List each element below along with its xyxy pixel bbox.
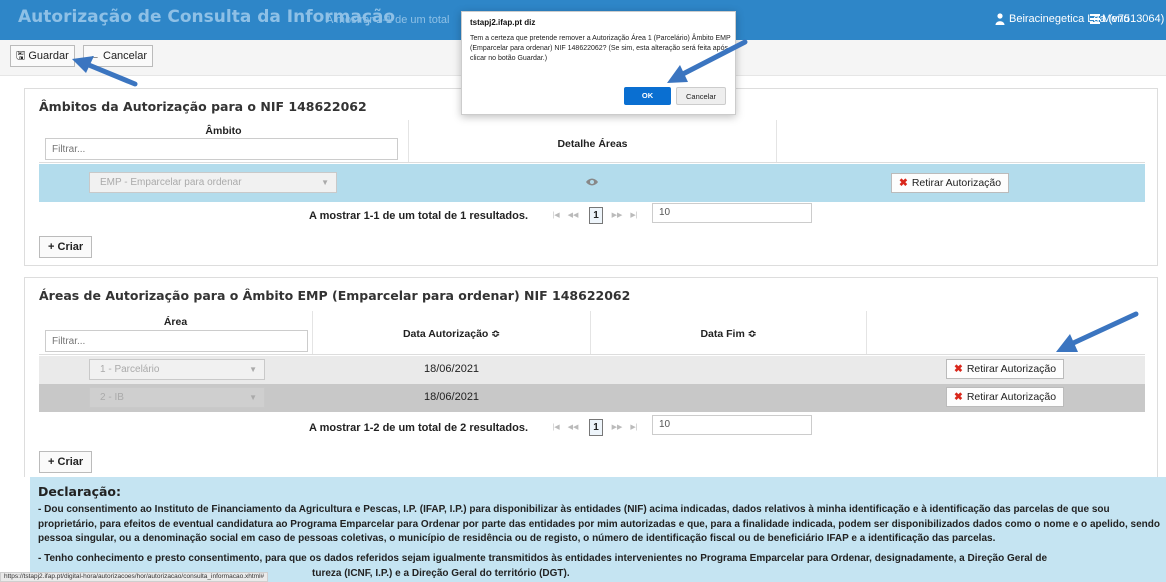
page-size-select[interactable]: 10 xyxy=(652,415,812,435)
previous-page-icon[interactable]: ◀◀ xyxy=(566,209,580,223)
column-data-fim[interactable]: Data Fim ≎ xyxy=(591,311,867,354)
declaration-paragraph-1: - Dou consentimento ao Instituto de Fina… xyxy=(38,504,1160,544)
first-page-icon[interactable]: |◀ xyxy=(549,421,563,435)
table-row[interactable]: 1 - Parcelário ▼ 18/06/2021 ✖ Retirar Auto… xyxy=(39,356,1145,384)
remove-authorization-label: Retirar Autorização xyxy=(911,177,1002,189)
declaration-title: Declaração: xyxy=(38,484,122,499)
column-data-fim-label: Data Fim ≎ xyxy=(700,328,757,340)
dialog-message: Tem a certeza que pretende remover a Aut… xyxy=(470,35,731,62)
column-area: Área xyxy=(39,311,313,354)
column-detalhe-label: Detalhe Áreas xyxy=(557,138,628,150)
save-icon: 🖫 xyxy=(16,50,26,62)
ambito-select-value: EMP - Emparcelar para ordenar xyxy=(100,177,242,188)
data-autorizacao-value: 18/06/2021 xyxy=(424,363,480,375)
declaration-paragraph-2: - Tenho conhecimento e presto consentime… xyxy=(38,553,1048,564)
user-icon xyxy=(995,13,1005,25)
column-actions xyxy=(867,311,1145,354)
status-bar-url: https://tstapj2.ifap.pt/digital-hora/aut… xyxy=(0,572,269,582)
areas-pager: A mostrar 1-2 de um total de 2 resultado… xyxy=(39,412,1145,442)
plus-icon: + xyxy=(48,241,55,253)
dialog-host: tstapj2.ifap.pt diz xyxy=(470,18,536,27)
current-page[interactable]: 1 xyxy=(589,207,603,224)
column-ambito-label: Âmbito xyxy=(205,125,242,137)
create-area-label: Criar xyxy=(57,456,84,468)
save-button-label: Guardar xyxy=(28,50,69,62)
next-page-icon[interactable]: ▶▶ xyxy=(610,421,624,435)
eye-icon[interactable] xyxy=(586,178,598,186)
column-ambito: Âmbito xyxy=(39,120,409,162)
chevron-down-icon: ▼ xyxy=(321,178,329,187)
close-icon: ✖ xyxy=(954,363,963,375)
declaration-paragraph-3: tureza (ICNF, I.P.) e a Direção Geral do… xyxy=(312,568,570,579)
column-data-autorizacao-label: Data Autorização ≎ xyxy=(402,328,501,340)
arrow-left-icon: ← xyxy=(89,50,100,62)
menu-icon[interactable] xyxy=(1090,14,1100,24)
dialog-ok-button[interactable]: OK xyxy=(624,87,671,105)
chevron-down-icon: ▼ xyxy=(249,365,257,374)
ambitos-title: Âmbitos da Autorização para o NIF 148622… xyxy=(39,99,367,114)
current-page[interactable]: 1 xyxy=(589,419,603,436)
page-size-select[interactable]: 10 xyxy=(652,203,812,223)
area-filter-input[interactable] xyxy=(45,330,308,352)
chevron-down-icon: ▼ xyxy=(249,393,257,402)
create-area-button[interactable]: + Criar xyxy=(39,451,93,473)
remove-authorization-button[interactable]: ✖ Retirar Autorização xyxy=(946,387,1065,407)
dialog-cancel-button[interactable]: Cancelar xyxy=(676,87,726,105)
remove-authorization-label: Retirar Autorização xyxy=(966,363,1057,375)
close-icon: ✖ xyxy=(954,391,963,403)
last-page-icon[interactable]: ▶| xyxy=(627,209,641,223)
areas-table-header: Área Data Autorização ≎ Data Fim ≎ xyxy=(39,311,1145,355)
first-page-icon[interactable]: |◀ xyxy=(549,209,563,223)
plus-icon: + xyxy=(48,456,55,468)
area-select[interactable]: 2 - IB ▼ xyxy=(89,387,265,408)
column-detalhe: Detalhe Áreas xyxy=(409,120,777,162)
menu-button[interactable]: Menu xyxy=(1102,13,1130,25)
ambitos-pager: A mostrar 1-1 de um total de 1 resultado… xyxy=(39,202,1145,228)
last-page-icon[interactable]: ▶| xyxy=(627,421,641,435)
save-button[interactable]: 🖫 Guardar xyxy=(10,45,75,67)
ambito-filter-input[interactable] xyxy=(45,138,398,160)
header-result-summary: A mostrar 1-1 de um total xyxy=(326,14,450,26)
column-actions xyxy=(777,120,1145,162)
ambito-select[interactable]: EMP - Emparcelar para ordenar ▼ xyxy=(89,172,337,193)
area-select-value: 1 - Parcelário xyxy=(100,364,160,375)
remove-authorization-button[interactable]: ✖ Retirar Autorização xyxy=(891,173,1010,193)
ambitos-table-header: Âmbito Detalhe Áreas xyxy=(39,120,1145,163)
data-autorizacao-value: 18/06/2021 xyxy=(424,391,480,403)
table-row[interactable]: 2 - IB ▼ 18/06/2021 ✖ Retirar Autorização xyxy=(39,384,1145,412)
area-select-value: 2 - IB xyxy=(100,392,124,403)
confirm-dialog: tstapj2.ifap.pt diz Tem a certeza que pr… xyxy=(461,11,736,115)
table-row[interactable]: EMP - Emparcelar para ordenar ▼ ✖ Retirar … xyxy=(39,164,1145,202)
close-icon: ✖ xyxy=(899,177,908,189)
pager-summary: A mostrar 1-1 de um total de 1 resultado… xyxy=(309,210,529,222)
cancel-button[interactable]: ← Cancelar xyxy=(83,45,154,67)
previous-page-icon[interactable]: ◀◀ xyxy=(566,421,580,435)
areas-title: Áreas de Autorização para o Âmbito EMP (… xyxy=(39,288,631,303)
remove-authorization-button[interactable]: ✖ Retirar Autorização xyxy=(946,359,1065,379)
user-account-link[interactable]: Beiracinegetica Lda (v7513064) xyxy=(1009,13,1164,25)
next-page-icon[interactable]: ▶▶ xyxy=(610,209,624,223)
create-ambito-label: Criar xyxy=(57,241,84,253)
areas-panel: Áreas de Autorização para o Âmbito EMP (… xyxy=(24,277,1158,477)
pager-summary: A mostrar 1-2 de um total de 2 resultado… xyxy=(309,422,529,434)
column-area-label: Área xyxy=(163,316,188,328)
declaration-section: Declaração: - Dou consentimento ao Insti… xyxy=(30,477,1166,582)
create-ambito-button[interactable]: + Criar xyxy=(39,236,93,258)
cancel-button-label: Cancelar xyxy=(103,50,148,62)
area-select[interactable]: 1 - Parcelário ▼ xyxy=(89,359,265,380)
remove-authorization-label: Retirar Autorização xyxy=(966,391,1057,403)
column-data-autorizacao[interactable]: Data Autorização ≎ xyxy=(313,311,591,354)
